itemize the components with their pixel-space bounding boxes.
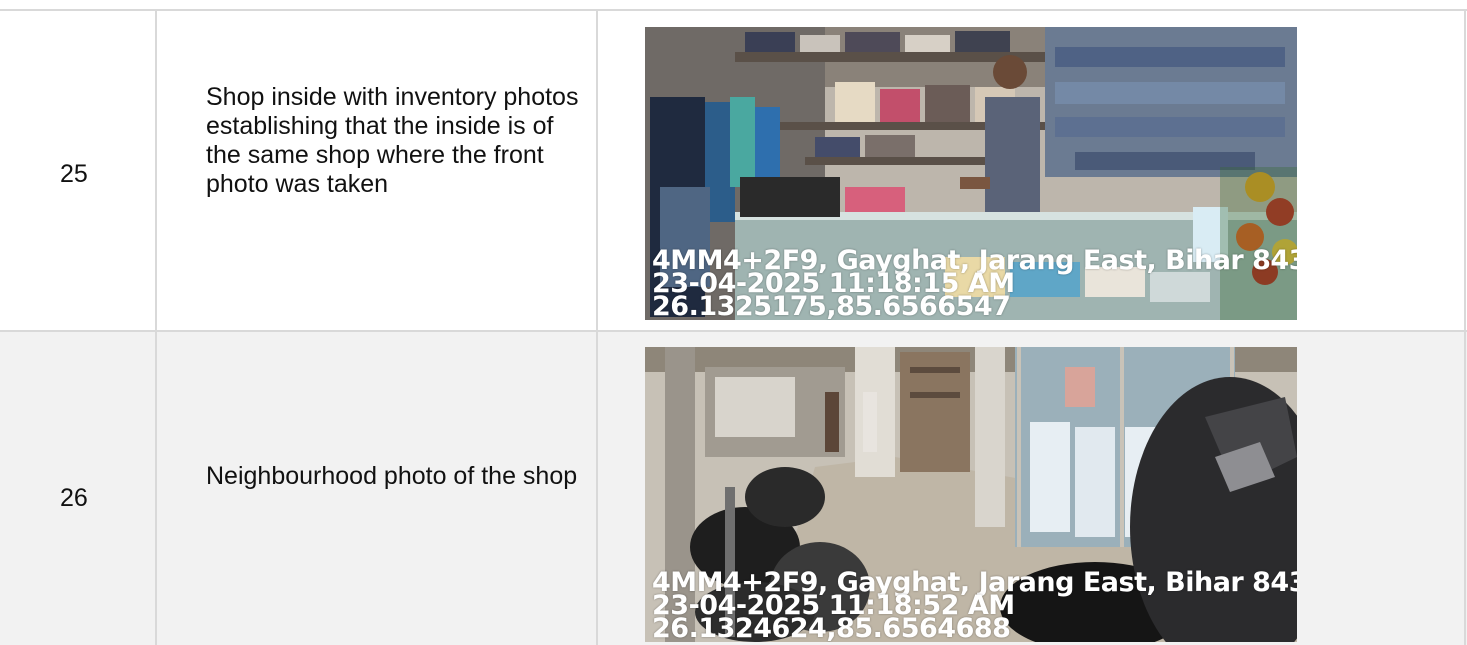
table-row: 25 Shop inside with inventory photos est… [0,10,1467,331]
row-number: 25 [60,160,88,188]
shop-interior-photo: 4MM4+2F9, Gayghat, Jarang East, Bihar 84… [645,27,1297,320]
evidence-table: 25 Shop inside with inventory photos est… [0,0,1467,645]
row-description: Shop inside with inventory photos establ… [206,83,579,198]
photo-geotag-stamp: 4MM4+2F9, Gayghat, Jarang East, Bihar 84… [652,569,1297,642]
table-row: 26 Neighbourhood photo of the shop 4MM4+… [0,331,1467,645]
row-divider [0,330,1467,332]
row-description: Neighbourhood photo of the shop [206,462,578,490]
table-border-right [1464,10,1466,645]
photo-geotag-stamp: 4MM4+2F9, Gayghat, Jarang East, Bihar 84… [652,247,1297,320]
column-divider [155,10,157,645]
table-border-top [0,9,1467,11]
column-divider [596,10,598,645]
neighbourhood-photo: 4MM4+2F9, Gayghat, Jarang East, Bihar 84… [645,347,1297,642]
row-number: 26 [60,484,88,512]
stamp-coordinates: 26.1325175,85.6566547 [652,291,1011,320]
stamp-coordinates: 26.1324624,85.6564688 [652,613,1011,642]
